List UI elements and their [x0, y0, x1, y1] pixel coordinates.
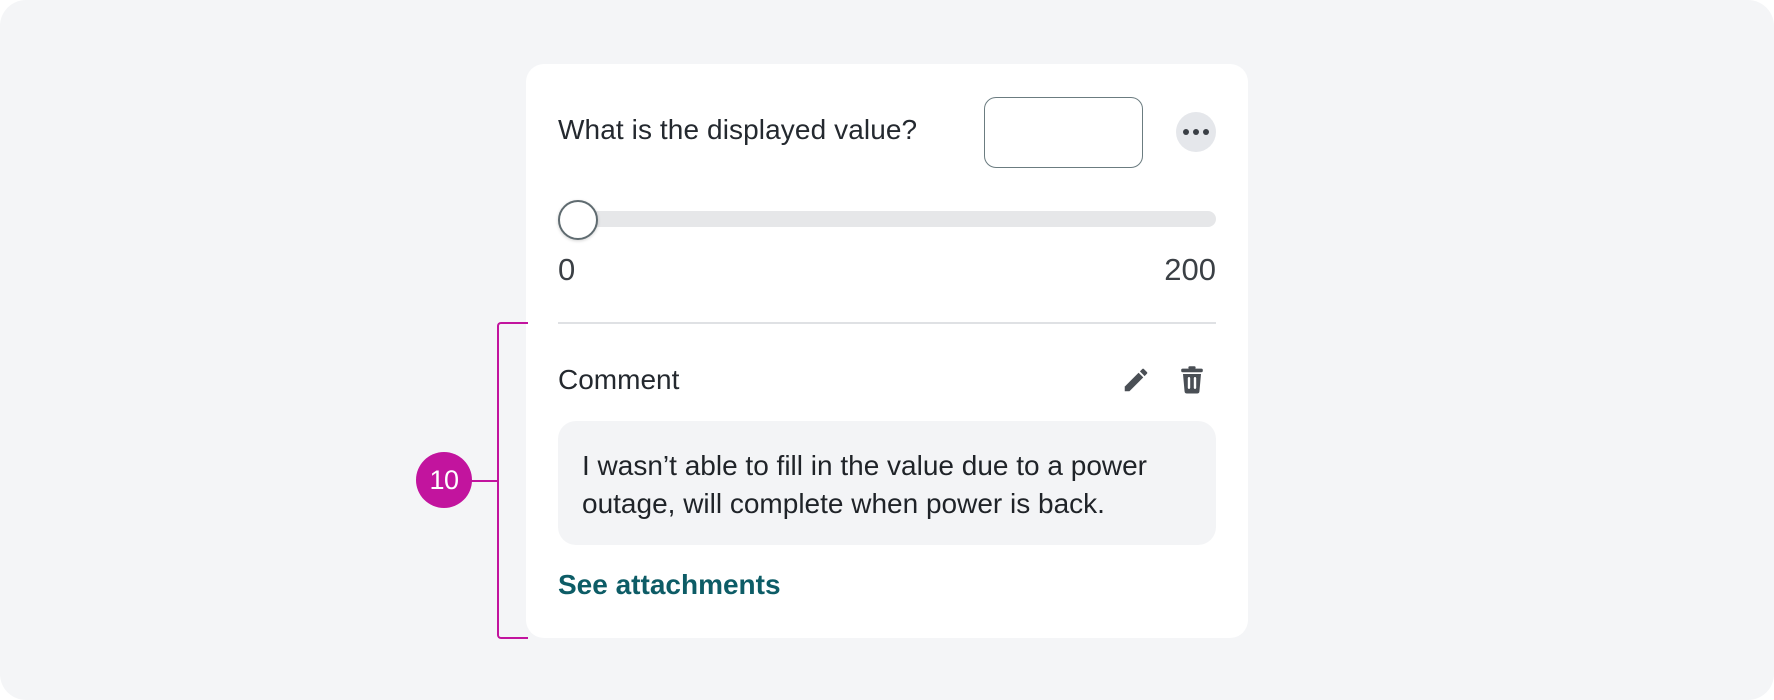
annotation-callout: 10	[416, 452, 472, 508]
question-card: What is the displayed value? 0 200 Comme…	[526, 64, 1248, 638]
trash-icon	[1181, 366, 1203, 394]
annotation-connector	[470, 480, 498, 482]
see-attachments-link[interactable]: See attachments	[558, 569, 781, 601]
comment-label: Comment	[558, 364, 680, 395]
pencil-icon	[1124, 368, 1148, 392]
delete-comment-button[interactable]	[1174, 362, 1210, 398]
more-options-button[interactable]	[1176, 112, 1216, 152]
ellipsis-icon	[1183, 129, 1189, 135]
value-input[interactable]	[984, 97, 1143, 168]
question-label: What is the displayed value?	[558, 114, 918, 145]
annotation-bracket	[497, 322, 528, 639]
ellipsis-icon-dot	[1203, 129, 1209, 135]
divider	[558, 322, 1216, 324]
slider-min-label: 0	[558, 252, 576, 287]
ellipsis-icon-dot	[1193, 129, 1199, 135]
comment-text: I wasn’t able to fill in the value due t…	[558, 421, 1216, 545]
edit-comment-button[interactable]	[1118, 362, 1154, 398]
slider-thumb[interactable]	[558, 200, 598, 240]
slider-max-label: 200	[1164, 252, 1216, 287]
slider-track[interactable]	[558, 211, 1216, 227]
